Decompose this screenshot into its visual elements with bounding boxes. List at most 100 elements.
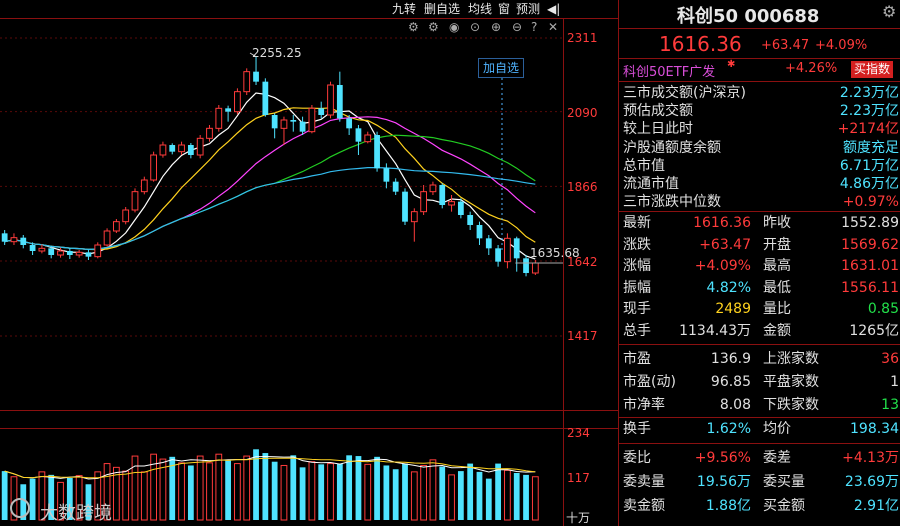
settings-gear-icon[interactable]: ⚙ [408, 20, 419, 34]
settings-gear-alt-icon[interactable]: ⚙ [428, 20, 439, 34]
candle-body [523, 258, 529, 273]
quote-label-right: 最高 [763, 258, 791, 274]
buy-index-button[interactable]: 买指数 [851, 61, 894, 78]
toolbar-item-jiuzhuan[interactable]: 九转 [392, 0, 416, 18]
volume-bar [429, 459, 437, 521]
candle-body [112, 221, 120, 232]
volume-bar [308, 461, 316, 521]
candle-body [253, 71, 259, 82]
close-icon[interactable]: ✕ [548, 20, 558, 34]
kline-chart[interactable] [0, 0, 618, 526]
toolbar-item-ma[interactable]: 均线 [468, 0, 492, 18]
ma-line-ma20 [4, 116, 536, 251]
period-high-label: 2255.25 [252, 46, 302, 60]
volume-axis-label-1: 234 [567, 426, 590, 440]
volume-bar [513, 472, 520, 520]
etf-name[interactable]: 科创50ETF广发 [623, 61, 715, 80]
candle-body [318, 108, 325, 115]
ma-line-ma5 [4, 92, 536, 260]
candle-body [374, 135, 380, 169]
volume-bar [327, 463, 334, 521]
volume-bar [410, 471, 418, 521]
volume-bar [140, 471, 148, 521]
volume-bar [215, 453, 223, 521]
price-axis-label-1: 2311 [567, 31, 598, 45]
add-to-watchlist-button[interactable]: 加自选 [478, 58, 525, 78]
zoom-in-icon[interactable]: ⊕ [491, 20, 501, 34]
candle-body [495, 248, 501, 262]
toolbar-item-forecast[interactable]: 预测 [516, 0, 540, 18]
candle-body [178, 144, 185, 153]
kline-chart-area[interactable]: 九转 删自选 均线 窗 预测 ◀| ⚙ ⚙ ◉ ⊙ ⊕ ⊖ ? ✕ 2311 2… [0, 0, 618, 526]
candle-body [262, 81, 269, 115]
candle-body [485, 238, 492, 249]
order-label-left: 卖金额 [623, 498, 665, 514]
order-label-right: 买金额 [763, 498, 805, 514]
order-value-right: 2.91亿 [853, 498, 899, 514]
avg-price-value: 198.34 [850, 421, 899, 437]
etf-row[interactable]: 科创50ETF广发 ✱ +4.26% 买指数 [619, 59, 900, 80]
candle-body [234, 91, 241, 113]
candle-body [346, 118, 353, 129]
candle-body [504, 237, 511, 263]
volume-bar [531, 476, 539, 521]
candle-body [38, 247, 46, 252]
volume-bar [383, 465, 390, 520]
candle-body [420, 191, 428, 213]
quote-value-left: 4.82% [706, 279, 751, 296]
quote-label-left: 涨跌 [623, 236, 651, 253]
quote-label-right: 开盘 [763, 236, 791, 253]
toolbar-item-window[interactable]: 窗 [498, 0, 510, 18]
candle-body [476, 225, 483, 239]
price-axis-label-5: 1417 [567, 329, 598, 343]
volume-bar [234, 463, 241, 521]
candle-body [439, 185, 446, 205]
valuation-label-left: 市盈(动) [623, 374, 676, 390]
candle-body [48, 248, 55, 255]
market-row: 总市值 6.71万亿 [619, 157, 900, 175]
valuation-value-right: 1 [890, 374, 899, 390]
candle-body [531, 262, 539, 274]
candle-body [10, 237, 18, 243]
help-icon[interactable]: ? [531, 20, 537, 34]
volume-bar [476, 471, 483, 520]
toolbar-item-remove-watch[interactable]: 删自选 [424, 0, 460, 18]
valuation-label-right: 上涨家数 [763, 351, 819, 367]
volume-bar [271, 461, 278, 520]
candle-body [448, 201, 455, 206]
quote-value-right: 1631.01 [841, 258, 899, 274]
volume-bar [122, 470, 130, 521]
avg-price-label: 均价 [763, 421, 791, 437]
candle-body [131, 191, 139, 211]
quote-row: 涨跌 +63.47 开盘 1569.62 [619, 236, 900, 254]
valuation-value-left: 136.9 [710, 351, 751, 367]
volume-bar [253, 449, 259, 520]
volume-bar [467, 463, 474, 520]
candle-body [1, 233, 8, 242]
valuation-row: 市盈(动) 96.85 平盘家数 1 [619, 373, 900, 391]
volume-bar [420, 464, 428, 521]
toolbar-collapse-button[interactable]: ◀| [547, 0, 560, 18]
eye-icon[interactable]: ◉ [449, 20, 459, 34]
volume-bar [402, 463, 408, 520]
zoom-out-icon[interactable]: ⊖ [512, 20, 522, 34]
quote-row: 现手 2489 量比 0.85 [619, 300, 900, 318]
quote-row: 总手 1134.43万 金额 1265亿 [619, 322, 900, 340]
quote-label-left: 最新 [623, 215, 651, 231]
volume-bar [485, 478, 492, 520]
market-row-value: 4.86万亿 [839, 176, 899, 192]
candle-body [57, 250, 64, 256]
market-row-value: 2.23万亿 [839, 85, 899, 101]
candle-body [299, 121, 306, 132]
quote-value-left: 2489 [715, 301, 751, 317]
quote-panel: 科创50 000688 ⚙ 1616.36 +63.47 +4.09% 科创50… [618, 0, 900, 526]
candle-body [29, 245, 36, 251]
instrument-title: 科创50 000688 [677, 6, 820, 27]
volume-ma-line [4, 455, 536, 480]
panel-settings-gear-icon[interactable]: ⚙ [882, 2, 896, 21]
last-price-label: 1635.68 [530, 246, 580, 260]
circle-icon[interactable]: ⊙ [470, 20, 480, 34]
quote-value-left: 1134.43万 [679, 322, 751, 339]
candle-body [402, 191, 408, 222]
market-row-value: +0.97% [842, 194, 899, 211]
